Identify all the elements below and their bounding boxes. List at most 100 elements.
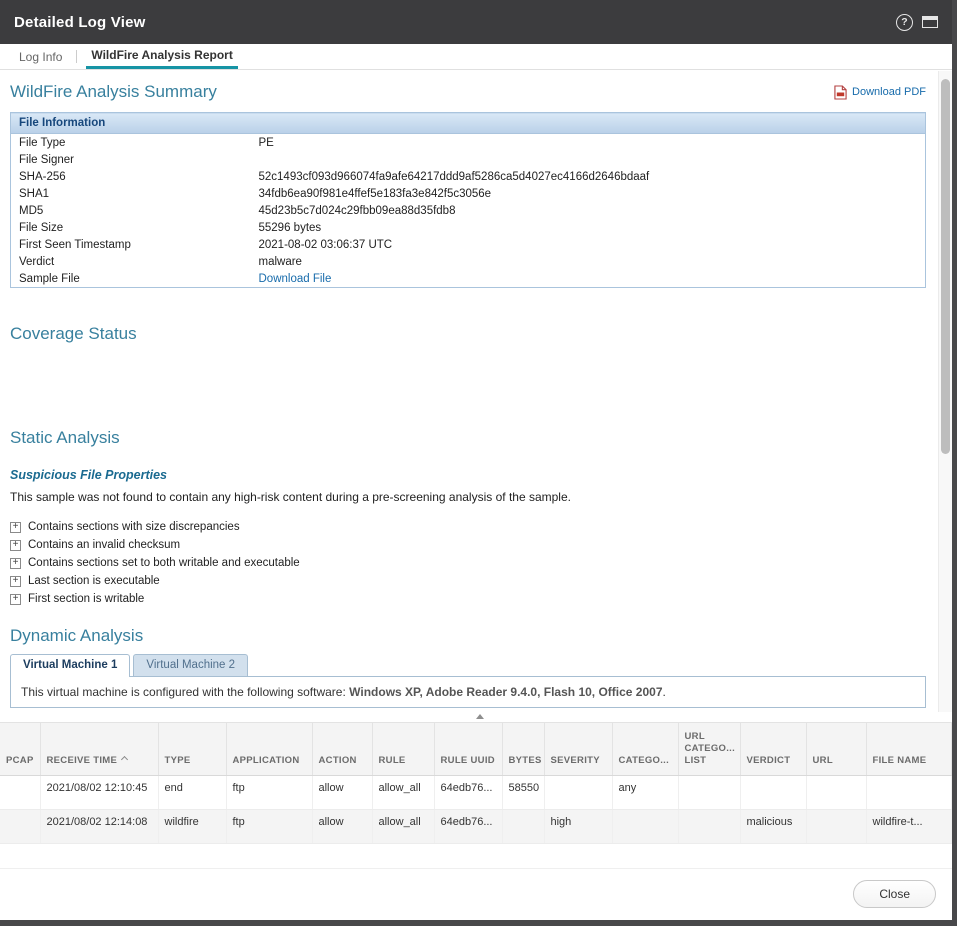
column-header-type[interactable]: TYPE — [158, 723, 226, 775]
coverage-status-heading: Coverage Status — [10, 324, 926, 344]
file-info-row: SHA1 34fdb6ea90f981e4ffef5e183fa3e842f5c… — [11, 185, 926, 202]
cell-pcap — [0, 775, 40, 809]
cell-category: any — [612, 775, 678, 809]
column-header-url-category-list[interactable]: URL CATEGO... LIST — [678, 723, 740, 775]
column-header-rule[interactable]: RULE — [372, 723, 434, 775]
download-file-link[interactable]: Download File — [259, 273, 332, 285]
cell-url — [806, 809, 866, 843]
column-header-rule-uuid[interactable]: RULE UUID — [434, 723, 502, 775]
pdf-icon — [834, 85, 847, 100]
tab-log-info[interactable]: Log Info — [14, 44, 67, 69]
column-header-verdict[interactable]: VERDICT — [740, 723, 806, 775]
dynamic-analysis-heading: Dynamic Analysis — [10, 626, 926, 646]
column-header-severity[interactable]: SEVERITY — [544, 723, 612, 775]
vm-software-list: Windows XP, Adobe Reader 9.4.0, Flash 10… — [349, 685, 662, 699]
column-header-bytes[interactable]: BYTES — [502, 723, 544, 775]
collapse-up-icon[interactable] — [476, 714, 484, 719]
file-info-label: Verdict — [11, 253, 251, 270]
suspicious-properties-list: + Contains sections with size discrepanc… — [10, 518, 926, 608]
titlebar-icons: ? — [896, 14, 938, 31]
cell-rule: allow_all — [372, 775, 434, 809]
column-header-application[interactable]: APPLICATION — [226, 723, 312, 775]
file-info-value: Download File — [251, 270, 926, 288]
file-info-label: File Size — [11, 219, 251, 236]
column-header-category[interactable]: CATEGO... — [612, 723, 678, 775]
cell-url-category-list — [678, 809, 740, 843]
tab-wildfire-analysis-report[interactable]: WildFire Analysis Report — [86, 44, 237, 69]
log-row[interactable]: 2021/08/02 12:14:08 wildfire ftp allow a… — [0, 809, 952, 843]
cell-application: ftp — [226, 775, 312, 809]
scrollbar-thumb[interactable] — [941, 79, 950, 454]
cell-verdict — [740, 775, 806, 809]
list-item: + Last section is executable — [10, 572, 926, 590]
vm-info-panel: This virtual machine is configured with … — [10, 676, 926, 708]
expand-icon[interactable]: + — [10, 576, 21, 587]
list-item: + Contains sections with size discrepanc… — [10, 518, 926, 536]
expand-icon[interactable]: + — [10, 594, 21, 605]
window-icon[interactable] — [922, 16, 938, 28]
file-info-value: 55296 bytes — [251, 219, 926, 236]
cell-severity: high — [544, 809, 612, 843]
cell-type: wildfire — [158, 809, 226, 843]
cell-rule-uuid: 64edb76... — [434, 809, 502, 843]
panel-splitter[interactable] — [0, 712, 952, 722]
file-info-row: File Size 55296 bytes — [11, 219, 926, 236]
expand-icon[interactable]: + — [10, 558, 21, 569]
file-info-row: File Signer — [11, 151, 926, 168]
column-header-receive-time[interactable]: RECEIVE TIME — [40, 723, 158, 775]
file-info-row: First Seen Timestamp 2021-08-02 03:06:37… — [11, 236, 926, 253]
file-info-label: File Type — [11, 134, 251, 152]
log-header-row: PCAP RECEIVE TIME TYPE APPLICATION ACTIO… — [0, 723, 952, 775]
download-pdf-link[interactable]: Download PDF — [834, 85, 926, 100]
tab-virtual-machine-1[interactable]: Virtual Machine 1 — [10, 654, 130, 677]
close-button[interactable]: Close — [853, 880, 936, 908]
cell-receive-time: 2021/08/02 12:14:08 — [40, 809, 158, 843]
vm-info-text: This virtual machine is configured with … — [21, 685, 349, 699]
tab-separator — [76, 50, 77, 63]
column-header-url[interactable]: URL — [806, 723, 866, 775]
report-content: WildFire Analysis Summary Download PDF F… — [0, 70, 952, 712]
file-info-value: 52c1493cf093d966074fa9afe64217ddd9af5286… — [251, 168, 926, 185]
vertical-scrollbar[interactable] — [938, 71, 952, 714]
file-info-label: SHA1 — [11, 185, 251, 202]
wildfire-summary-heading: WildFire Analysis Summary — [10, 82, 217, 102]
summary-header-row: WildFire Analysis Summary Download PDF — [10, 82, 926, 102]
file-info-value: 34fdb6ea90f981e4ffef5e183fa3e842f5c3056e — [251, 185, 926, 202]
dialog-titlebar: Detailed Log View ? — [0, 0, 952, 44]
tab-virtual-machine-2[interactable]: Virtual Machine 2 — [133, 654, 248, 676]
expand-icon[interactable]: + — [10, 540, 21, 551]
column-header-pcap[interactable]: PCAP — [0, 723, 40, 775]
file-info-value: 45d23b5c7d024c29fbb09ea88d35fdb8 — [251, 202, 926, 219]
file-info-label: SHA-256 — [11, 168, 251, 185]
help-icon[interactable]: ? — [896, 14, 913, 31]
file-info-row: File Type PE — [11, 134, 926, 152]
static-analysis-description: This sample was not found to contain any… — [10, 490, 926, 504]
list-item-label: Contains sections with size discrepancie… — [28, 521, 240, 533]
cell-bytes — [502, 809, 544, 843]
cell-rule: allow_all — [372, 809, 434, 843]
log-grid: PCAP RECEIVE TIME TYPE APPLICATION ACTIO… — [0, 722, 952, 868]
log-row[interactable]: 2021/08/02 12:10:45 end ftp allow allow_… — [0, 775, 952, 809]
column-header-label: RECEIVE TIME — [47, 755, 118, 766]
column-header-file-name[interactable]: FILE NAME — [866, 723, 952, 775]
cell-bytes: 58550 — [502, 775, 544, 809]
file-info-value — [251, 151, 926, 168]
dialog-tabbar: Log Info WildFire Analysis Report — [0, 44, 952, 70]
file-information-table: File Information File Type PE File Signe… — [10, 112, 926, 288]
file-info-row: Verdict malware — [11, 253, 926, 270]
sort-asc-icon — [121, 755, 128, 762]
file-info-label: First Seen Timestamp — [11, 236, 251, 253]
file-info-label: File Signer — [11, 151, 251, 168]
static-analysis-heading: Static Analysis — [10, 428, 926, 448]
column-header-action[interactable]: ACTION — [312, 723, 372, 775]
file-info-row: MD5 45d23b5c7d024c29fbb09ea88d35fdb8 — [11, 202, 926, 219]
cell-application: ftp — [226, 809, 312, 843]
file-info-label: Sample File — [11, 270, 251, 288]
file-info-row: SHA-256 52c1493cf093d966074fa9afe64217dd… — [11, 168, 926, 185]
list-item: + First section is writable — [10, 590, 926, 608]
list-item-label: Last section is executable — [28, 575, 160, 587]
expand-icon[interactable]: + — [10, 522, 21, 533]
file-info-value: PE — [251, 134, 926, 152]
cell-url-category-list — [678, 775, 740, 809]
cell-severity — [544, 775, 612, 809]
